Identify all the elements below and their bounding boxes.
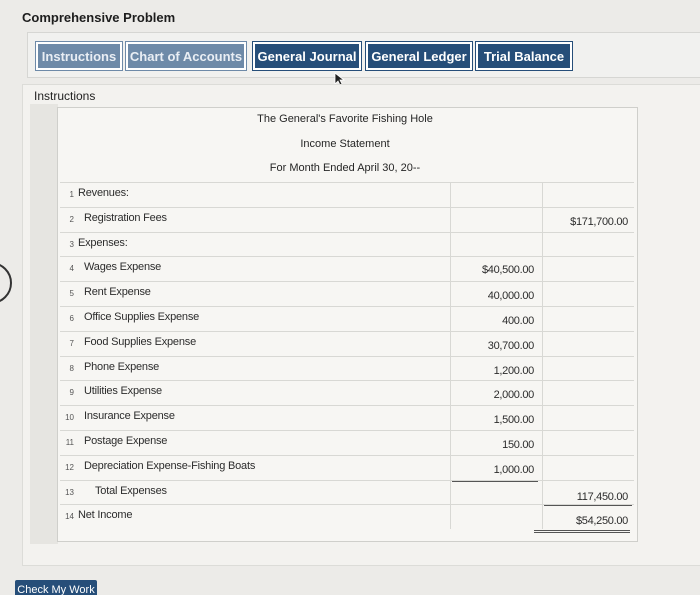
- amount-value: 150.00: [502, 439, 534, 451]
- amount-cell-inner[interactable]: [450, 207, 540, 232]
- page-title: Comprehensive Problem: [22, 10, 176, 25]
- account-label: Wages Expense: [84, 261, 162, 274]
- amount-cell-outer[interactable]: [542, 307, 634, 331]
- amount-value: 2,000.00: [493, 389, 535, 402]
- amount-cell-outer[interactable]: [542, 431, 634, 455]
- amount-cell-inner[interactable]: [450, 232, 540, 257]
- statement-row: 7 Food Supplies Expense 30,700.00: [60, 330, 634, 356]
- amount-cell-outer[interactable]: [542, 257, 634, 282]
- amount-cell-inner[interactable]: 400.00: [450, 307, 540, 331]
- amount-cell-inner[interactable]: 30,700.00: [450, 331, 540, 356]
- amount-cell-inner[interactable]: $40,500.00: [450, 257, 540, 282]
- tab-general-ledger[interactable]: General Ledger: [365, 41, 473, 71]
- statement-row: 13 Total Expenses 117,450.00: [60, 479, 634, 505]
- row-number: 2: [69, 214, 74, 224]
- row-number: 8: [69, 363, 74, 373]
- amount-cell-inner[interactable]: [450, 480, 540, 505]
- account-label: Insurance Expense: [84, 410, 175, 423]
- statement-row: 10 Insurance Expense 1,500.00: [60, 405, 634, 431]
- amount-cell-outer[interactable]: $171,700.00: [542, 207, 634, 232]
- row-number: 14: [65, 512, 74, 522]
- amount-value: $171,700.00: [570, 215, 628, 228]
- statement-row: 6 Office Supplies Expense 400.00: [60, 306, 634, 331]
- panel-gutter: [30, 104, 58, 544]
- statement-row: 11 Postage Expense 150.00: [60, 430, 634, 455]
- account-label: Office Supplies Expense: [84, 311, 200, 323]
- amount-cell-inner[interactable]: 1,000.00: [450, 455, 540, 480]
- account-label: Postage Expense: [84, 435, 168, 447]
- row-number: 1: [69, 190, 74, 199]
- amount-value: 1,000.00: [493, 463, 535, 476]
- amount-value: 30,700.00: [487, 339, 535, 352]
- amount-cell-outer[interactable]: [542, 455, 634, 480]
- panel-label: Instructions: [34, 89, 96, 103]
- amount-cell-inner[interactable]: [450, 505, 540, 530]
- amount-cell-outer[interactable]: 117,450.00: [542, 480, 634, 505]
- statement-row: 4 Wages Expense $40,500.00: [60, 256, 634, 282]
- statement-row: 2 Registration Fees $171,700.00: [60, 206, 634, 232]
- account-label: Utilities Expense: [84, 385, 162, 398]
- account-label: Registration Fees: [84, 211, 167, 224]
- statement-row: 1 Revenues:: [60, 182, 634, 207]
- amount-cell-outer[interactable]: [542, 232, 634, 257]
- amount-cell-inner[interactable]: 1,200.00: [450, 356, 540, 381]
- statement-period: For Month Ended April 30, 20--: [269, 162, 421, 174]
- account-label: Food Supplies Expense: [84, 335, 196, 348]
- amount-cell-outer[interactable]: [542, 381, 634, 406]
- tab-chart-of-accounts[interactable]: Chart of Accounts: [125, 41, 247, 71]
- account-label: Rent Expense: [84, 286, 151, 299]
- account-label: Revenues:: [78, 187, 129, 199]
- statement-row: 14 Net Income $54,250.00: [60, 504, 634, 530]
- row-number: 13: [65, 487, 74, 497]
- account-label: Expenses:: [78, 236, 128, 249]
- row-number: 7: [69, 338, 74, 348]
- amount-cell-inner[interactable]: 2,000.00: [450, 381, 540, 406]
- row-number: 11: [65, 438, 74, 447]
- amount-value: 40,000.00: [487, 290, 535, 303]
- statement-title: Income Statement: [300, 138, 390, 150]
- double-underline-rule: [534, 530, 630, 534]
- amount-cell-inner[interactable]: 150.00: [450, 431, 540, 455]
- statement-row: 5 Rent Expense 40,000.00: [60, 281, 634, 307]
- tab-instructions[interactable]: Instructions: [35, 41, 123, 71]
- statement-row: 9 Utilities Expense 2,000.00: [60, 380, 634, 406]
- account-label: Phone Expense: [84, 360, 160, 373]
- account-label: Depreciation Expense-Fishing Boats: [84, 459, 256, 472]
- statement-row: 8 Phone Expense 1,200.00: [60, 355, 634, 381]
- row-number: 9: [69, 388, 74, 398]
- tab-general-journal[interactable]: General Journal: [252, 41, 362, 71]
- amount-cell-inner[interactable]: 40,000.00: [450, 282, 540, 307]
- amount-cell-outer[interactable]: [542, 356, 634, 381]
- amount-cell-inner[interactable]: 1,500.00: [450, 406, 540, 431]
- amount-cell-outer[interactable]: [542, 331, 634, 356]
- amount-value: 400.00: [502, 315, 534, 327]
- account-label: Net Income: [78, 509, 133, 522]
- amount-value: $54,250.00: [575, 515, 628, 528]
- row-number: 4: [69, 264, 74, 274]
- amount-cell-outer[interactable]: $54,250.00: [542, 505, 634, 530]
- statement-row: 3 Expenses:: [60, 231, 634, 257]
- tab-bar: Instructions Chart of Accounts General J…: [27, 32, 700, 78]
- amount-value: 117,450.00: [576, 490, 629, 503]
- amount-value: $40,500.00: [481, 264, 534, 277]
- check-my-work-button[interactable]: Check My Work: [15, 580, 97, 595]
- account-label: Total Expenses: [95, 484, 167, 497]
- row-number: 3: [69, 239, 74, 249]
- row-number: 12: [65, 462, 74, 472]
- row-number: 10: [65, 413, 74, 423]
- statement-row: 12 Depreciation Expense-Fishing Boats 1,00…: [60, 454, 634, 480]
- amount-cell-outer[interactable]: [542, 406, 634, 431]
- amount-value: 1,200.00: [493, 364, 535, 377]
- amount-cell-inner[interactable]: [450, 183, 540, 207]
- amount-cell-outer[interactable]: [542, 282, 634, 307]
- amount-value: 1,500.00: [493, 414, 535, 427]
- amount-cell-outer[interactable]: [542, 183, 634, 207]
- radio-circle-icon[interactable]: [0, 262, 12, 304]
- tab-trial-balance[interactable]: Trial Balance: [475, 41, 573, 71]
- row-number: 5: [69, 289, 74, 299]
- row-number: 6: [69, 314, 74, 323]
- statement-company: The General's Favorite Fishing Hole: [257, 113, 433, 125]
